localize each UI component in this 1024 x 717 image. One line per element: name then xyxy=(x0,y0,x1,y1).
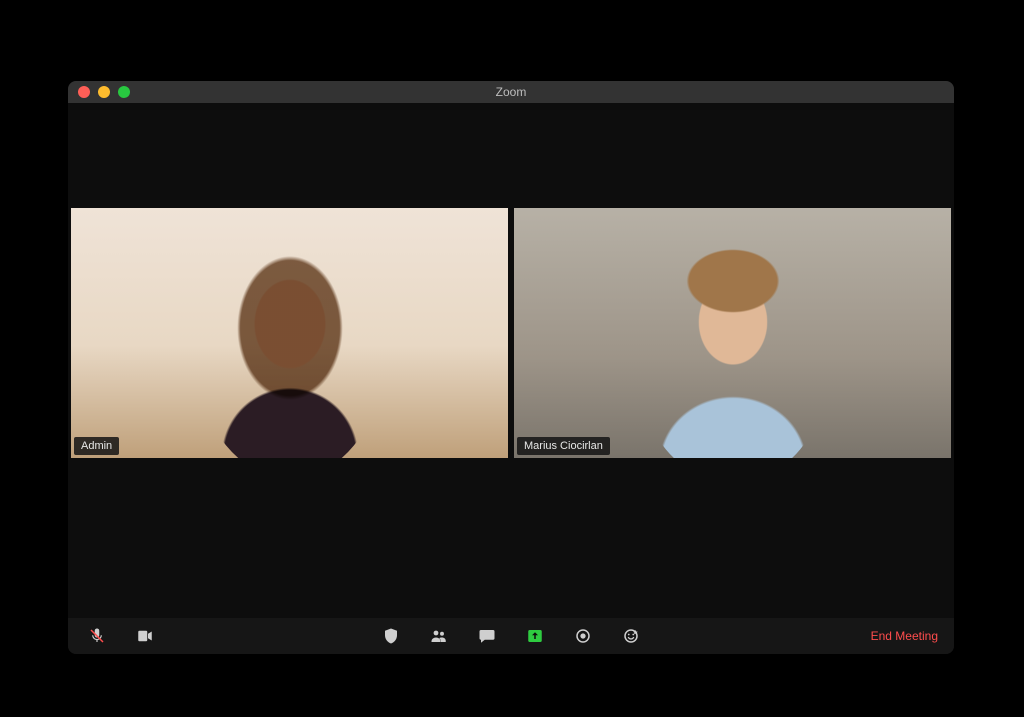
participant-tile[interactable]: Marius Ciocirlan xyxy=(514,208,951,458)
participants-button[interactable] xyxy=(430,627,448,645)
record-button[interactable] xyxy=(574,627,592,645)
meeting-toolbar: End Meeting xyxy=(68,618,954,654)
people-icon xyxy=(430,627,448,645)
participant-name-label: Marius Ciocirlan xyxy=(517,437,610,455)
participant-tile[interactable]: Admin xyxy=(71,208,508,458)
video-camera-icon xyxy=(136,627,154,645)
shield-icon xyxy=(382,627,400,645)
participant-video xyxy=(71,208,508,458)
zoom-window: Zoom Admin Marius Ciocirlan xyxy=(68,81,954,654)
reactions-button[interactable] xyxy=(622,627,640,645)
titlebar[interactable]: Zoom xyxy=(68,81,954,103)
smiley-icon xyxy=(622,627,640,645)
mute-button[interactable] xyxy=(88,627,106,645)
window-controls xyxy=(68,86,130,98)
window-title: Zoom xyxy=(68,85,954,99)
video-button[interactable] xyxy=(136,627,154,645)
zoom-icon[interactable] xyxy=(118,86,130,98)
close-icon[interactable] xyxy=(78,86,90,98)
security-button[interactable] xyxy=(382,627,400,645)
participant-video xyxy=(514,208,951,458)
minimize-icon[interactable] xyxy=(98,86,110,98)
share-screen-icon xyxy=(526,627,544,645)
microphone-muted-icon xyxy=(88,627,106,645)
share-screen-button[interactable] xyxy=(526,627,544,645)
record-icon xyxy=(574,627,592,645)
meeting-area: Admin Marius Ciocirlan xyxy=(68,103,954,618)
end-meeting-button[interactable]: End Meeting xyxy=(871,629,938,643)
chat-bubble-icon xyxy=(478,627,496,645)
participant-name-label: Admin xyxy=(74,437,119,455)
video-grid: Admin Marius Ciocirlan xyxy=(71,208,951,458)
chat-button[interactable] xyxy=(478,627,496,645)
